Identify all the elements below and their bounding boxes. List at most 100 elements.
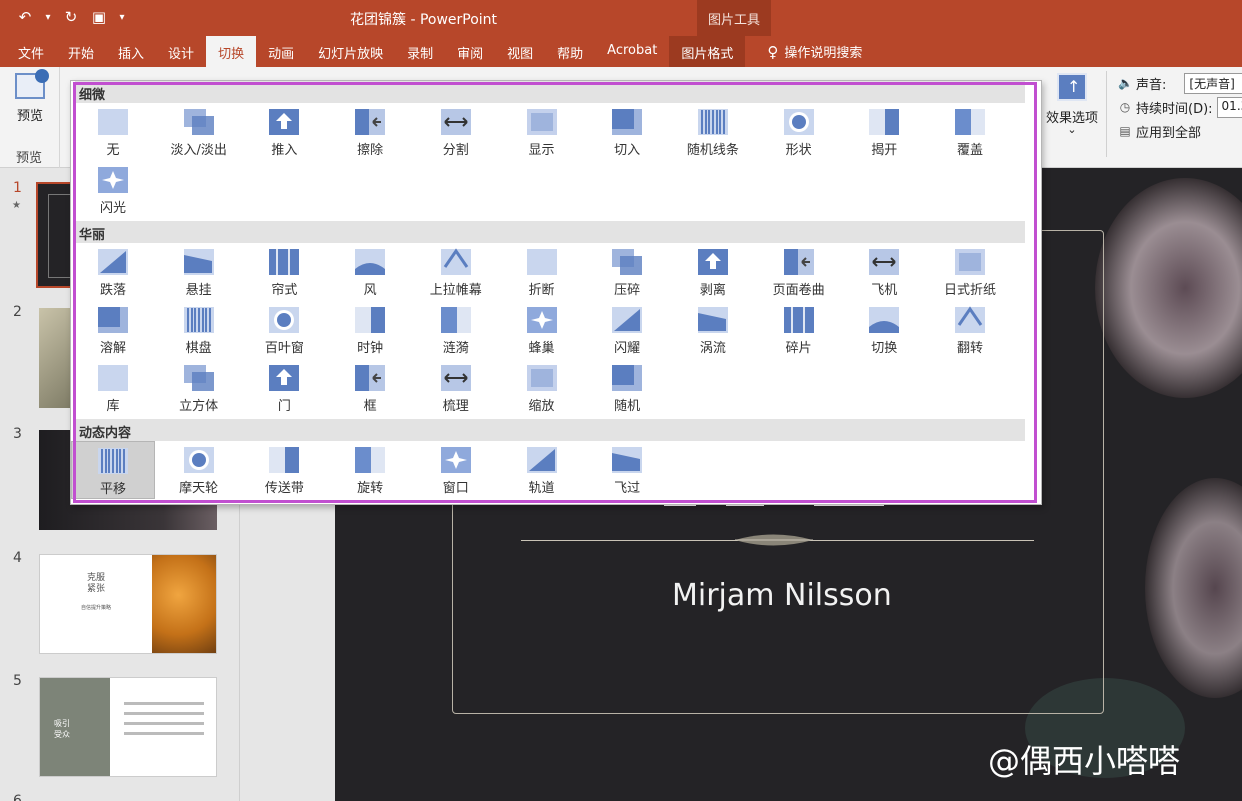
transition-tile[interactable]: 风 (328, 243, 412, 301)
transition-tile[interactable]: 形状 (757, 103, 841, 161)
transition-tile[interactable]: 压碎 (585, 243, 669, 301)
transition-tile[interactable]: 上拉帷幕 (414, 243, 498, 301)
transition-tile[interactable]: 蜂巢 (500, 301, 584, 359)
transition-tile[interactable]: 轨道 (500, 441, 584, 499)
transition-tile[interactable]: 跌落 (71, 243, 155, 301)
transition-tile[interactable]: 悬挂 (157, 243, 241, 301)
transition-tile-label: 窗口 (442, 481, 469, 496)
transition-tile[interactable]: 切换 (842, 301, 926, 359)
tell-me-search[interactable]: ♀ 操作说明搜索 (755, 36, 874, 67)
effect-options-icon (1057, 73, 1087, 101)
transition-effect-icon (98, 448, 128, 474)
transition-tile-label: 帘式 (271, 283, 298, 298)
transition-tile[interactable]: 覆盖 (928, 103, 1012, 161)
watermark-text: @偶西小嗒嗒 (988, 742, 1181, 780)
tab-6[interactable]: 幻灯片放映 (306, 36, 395, 67)
transition-tile[interactable]: 飞机 (842, 243, 926, 301)
transition-tile[interactable]: 摩天轮 (157, 441, 241, 499)
transition-tile[interactable]: 百叶窗 (242, 301, 326, 359)
transition-tile[interactable]: 翻转 (928, 301, 1012, 359)
transition-tile[interactable]: 折断 (500, 243, 584, 301)
transition-tile[interactable]: 显示 (500, 103, 584, 161)
transition-tile[interactable]: 立方体 (157, 359, 241, 417)
transition-effect-icon (355, 109, 386, 135)
transition-tile[interactable]: 淡入/淡出 (157, 103, 241, 161)
slide-subtitle[interactable]: Mirjam Nilsson (672, 578, 892, 613)
transition-tile[interactable]: 帘式 (242, 243, 326, 301)
transition-tile[interactable]: 涡流 (671, 301, 755, 359)
tab-3[interactable]: 设计 (156, 36, 206, 67)
transition-effect-icon (697, 307, 728, 333)
transition-tile[interactable]: 梳理 (414, 359, 498, 417)
transition-tile[interactable]: 无 (71, 103, 155, 161)
transition-tile[interactable]: 门 (242, 359, 326, 417)
transition-tile[interactable]: 揭开 (842, 103, 926, 161)
transition-tile[interactable]: 擦除 (328, 103, 412, 161)
tab-9[interactable]: 视图 (495, 36, 545, 67)
transition-tile[interactable]: 框 (328, 359, 412, 417)
tell-me-label: 操作说明搜索 (784, 46, 863, 61)
transition-tile[interactable]: 闪光 (71, 161, 155, 219)
start-slideshow-icon[interactable]: ▣ (88, 6, 110, 28)
transition-tile[interactable]: 平移 (71, 441, 155, 499)
transition-tile[interactable]: 随机线条 (671, 103, 755, 161)
transition-tile[interactable]: 日式折纸 (928, 243, 1012, 301)
tab-11[interactable]: Acrobat (595, 36, 669, 67)
picture-tools-header: 图片工具 (697, 0, 771, 36)
apply-all-icon: ▤ (1119, 124, 1131, 138)
slide4-title-line2: 紧张 (86, 584, 105, 594)
transition-tile[interactable]: 页面卷曲 (757, 243, 841, 301)
transition-tile[interactable]: 随机 (585, 359, 669, 417)
transition-tile-label: 门 (277, 399, 291, 414)
transition-tile-label: 随机线条 (686, 143, 739, 158)
duration-label: 持续时间(D): (1136, 101, 1213, 117)
tab-12[interactable]: 图片格式 (669, 36, 746, 67)
apply-all-button[interactable]: ▤ 应用到全部 (1118, 119, 1242, 143)
transition-tile[interactable]: 棋盘 (157, 301, 241, 359)
transition-tile[interactable]: 剥离 (671, 243, 755, 301)
tab-7[interactable]: 录制 (395, 36, 445, 67)
transition-tile-label: 轨道 (528, 481, 555, 496)
preview-button[interactable]: 预览 (8, 69, 52, 124)
sound-select[interactable]: [无声音] (1184, 72, 1242, 94)
transition-effect-icon (612, 365, 643, 391)
tab-0[interactable]: 文件 (6, 36, 56, 67)
tab-5[interactable]: 动画 (256, 36, 306, 67)
transition-tile[interactable]: 旋转 (328, 441, 412, 499)
transition-tile[interactable]: 飞过 (585, 441, 669, 499)
transition-tile[interactable]: 涟漪 (414, 301, 498, 359)
transition-tile[interactable]: 推入 (242, 103, 326, 161)
transition-effect-icon (269, 365, 300, 391)
transition-tile[interactable]: 碎片 (757, 301, 841, 359)
transition-tile-label: 飞过 (614, 481, 641, 496)
transition-tile-label: 剥离 (699, 283, 726, 298)
tab-10[interactable]: 帮助 (545, 36, 595, 67)
tab-8[interactable]: 审阅 (445, 36, 495, 67)
tab-4[interactable]: 切换 (206, 36, 257, 67)
undo-icon[interactable]: ↶ (14, 6, 36, 28)
customize-qat-icon[interactable]: ▾ (116, 6, 128, 28)
transition-tile[interactable]: 库 (71, 359, 155, 417)
undo-dropdown-icon[interactable]: ▾ (42, 6, 54, 28)
effect-options-button[interactable]: 效果选项 ⌄ (1044, 73, 1100, 135)
transition-tile-label: 跌落 (99, 283, 126, 298)
transition-effect-icon (612, 109, 643, 135)
transition-tile[interactable]: 闪耀 (585, 301, 669, 359)
transition-tile[interactable]: 传送带 (242, 441, 326, 499)
ribbon-tabs: 文件 开始 插入 设计 切换 动画 幻灯片放映 录制 审阅 视图 帮助 Acrobat 图片格式 ♀ 操作说… (0, 36, 1242, 67)
duration-input[interactable]: 01.30 (1216, 96, 1242, 118)
transition-tile[interactable]: 溶解 (71, 301, 155, 359)
transition-tile[interactable]: 缩放 (500, 359, 584, 417)
slide4-title-line1: 克服 (86, 573, 105, 583)
slide-thumbnail-5[interactable]: 吸引 受众 (39, 677, 217, 777)
tab-2[interactable]: 插入 (106, 36, 156, 67)
slide-thumbnail-4[interactable]: 克服 紧张 自信提升策略 (39, 554, 217, 654)
transition-tile[interactable]: 时钟 (328, 301, 412, 359)
tab-1[interactable]: 开始 (56, 36, 106, 67)
transition-tile-label: 棋盘 (185, 341, 212, 356)
transition-gallery[interactable]: 细微无 淡入/淡出 推入 擦除 分割 显示 切入 随机线条 形状 揭开 覆盖 闪光 华丽 跌落 悬挂 帘式 风 上… (70, 80, 1042, 505)
transition-tile[interactable]: 切入 (585, 103, 669, 161)
transition-tile[interactable]: 分割 (414, 103, 498, 161)
redo-icon[interactable]: ↻ (60, 6, 82, 28)
transition-tile[interactable]: 窗口 (414, 441, 498, 499)
